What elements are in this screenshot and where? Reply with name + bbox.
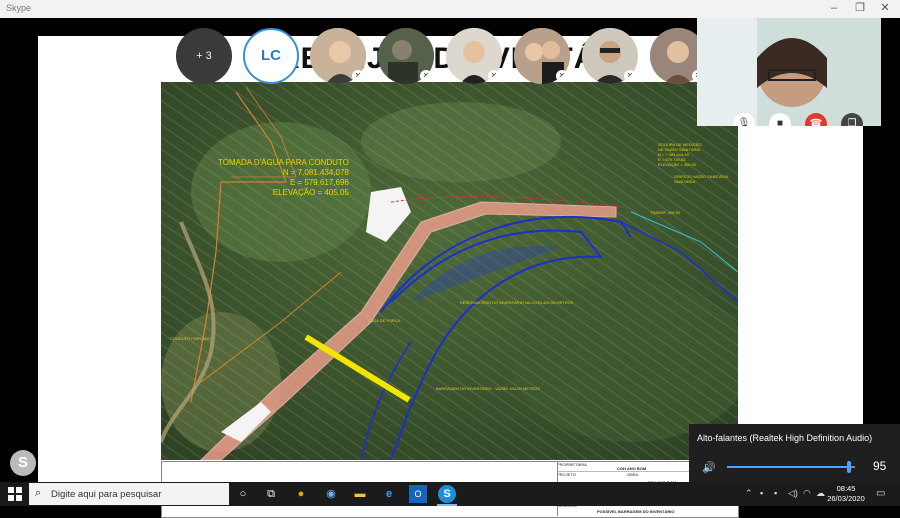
search-icon: ⌕ xyxy=(35,487,42,499)
dam-label: BARRAGEM DO INVENTÁRIO - VAZÃO 403,00 ME… xyxy=(436,386,540,391)
soleira-line: ELEVAÇÃO = 408,00 xyxy=(658,162,697,167)
mic-off-icon: ✕ xyxy=(420,70,432,82)
tray-network-icon[interactable]: ▪ xyxy=(774,488,777,498)
taskbar-clock[interactable]: 08:45 26/03/2020 xyxy=(826,484,866,504)
audio-device-name[interactable]: Alto-falantes (Realtek High Definition A… xyxy=(697,433,872,443)
window-titlebar: Skype – ❐ ✕ xyxy=(0,0,900,19)
desenho-value: POSSÍVEL BARRAGEM DO INVENTÁRIO xyxy=(597,509,675,514)
close-button[interactable]: ✕ xyxy=(877,1,893,16)
tray-chevron-icon[interactable]: ⌃ xyxy=(745,488,753,499)
conduit-label: CONDUTO FORÇADO xyxy=(170,336,212,341)
action-center-icon[interactable]: ▭ xyxy=(876,488,885,499)
volume-slider-fill xyxy=(727,466,849,468)
tray-wifi-icon[interactable]: ◠ xyxy=(803,488,811,499)
search-app-icon[interactable]: ◉ xyxy=(322,485,340,503)
obra-label: OBRA xyxy=(627,472,639,477)
orificio-line: SANITÁRIA xyxy=(674,179,696,184)
casa-label: CASA DE FORÇA xyxy=(368,318,401,323)
participant-video[interactable]: ✕ xyxy=(378,28,434,84)
volume-slider-thumb[interactable] xyxy=(846,461,851,473)
mic-off-icon: ✕ xyxy=(556,70,568,82)
participant-video[interactable]: ✕ xyxy=(582,28,638,84)
participant-video[interactable]: ✕ xyxy=(310,28,366,84)
soleira-label: SOLEIRA DE MEDIÇÃO DE VAZÃO SANITÁRIA N … xyxy=(658,142,702,167)
proprietario-label: PROPRIETÁRIA xyxy=(557,462,587,467)
skype-taskbar-icon[interactable]: S xyxy=(438,485,456,503)
file-explorer-icon[interactable]: ▬ xyxy=(351,485,369,503)
cortana-icon[interactable]: ○ xyxy=(234,485,252,503)
tray-app-icon[interactable]: ▪ xyxy=(760,488,763,498)
chrome-icon[interactable]: ● xyxy=(292,485,310,503)
participant-video[interactable]: ✕ xyxy=(446,28,502,84)
participant-video[interactable]: ✕ xyxy=(514,28,570,84)
task-view-icon[interactable]: ⧉ xyxy=(262,485,280,503)
app-title: Skype xyxy=(6,3,32,13)
minimize-button[interactable]: – xyxy=(826,1,842,16)
skype-logo-icon: S xyxy=(10,450,36,476)
taskbar-search-box[interactable]: ⌕ Digite aqui para pesquisar xyxy=(29,483,229,505)
ponto-label: TRANSP. 406,00 xyxy=(650,210,681,215)
clock-date: 26/03/2020 xyxy=(827,494,865,503)
tomada-label: TOMADA D'ÁGUA PARA CONDUTO N = 7.081.434… xyxy=(218,158,349,198)
mic-off-icon: ✕ xyxy=(488,70,500,82)
map-drawing xyxy=(161,82,738,460)
participant-avatar[interactable]: LC xyxy=(243,28,299,84)
outlook-icon[interactable]: O xyxy=(409,485,427,503)
taskbar: ⌕ Digite aqui para pesquisar ○ ⧉ ● ◉ ▬ e… xyxy=(0,482,900,506)
search-placeholder: Digite aqui para pesquisar xyxy=(51,489,162,500)
edge-icon[interactable]: e xyxy=(380,485,398,503)
tomada-line: N = 7.081.434,078 xyxy=(282,168,349,177)
tray-onedrive-icon[interactable]: ☁ xyxy=(816,488,825,499)
tomada-line: ELEVAÇÃO = 405,05 xyxy=(272,188,349,197)
volume-flyout: Alto-falantes (Realtek High Definition A… xyxy=(689,424,900,482)
speaker-icon[interactable]: 🔊 xyxy=(702,461,716,474)
volume-value: 95 xyxy=(873,459,887,473)
mic-off-icon: ✕ xyxy=(624,70,636,82)
maximize-button[interactable]: ❐ xyxy=(852,1,868,16)
clock-time: 08:45 xyxy=(836,484,856,493)
reservoir-label: RESERVATÓRIO DO INVENTÁRIO NA COTA 403,0… xyxy=(460,300,574,305)
projeto-label: PROJETO xyxy=(557,472,576,477)
volume-slider[interactable] xyxy=(727,461,855,473)
tomada-line: TOMADA D'ÁGUA PARA CONDUTO xyxy=(218,158,349,167)
self-view-video[interactable]: 🎙 ■ ☎ ❐ xyxy=(697,18,881,126)
tray-volume-icon[interactable]: ◁) xyxy=(788,488,798,499)
mic-off-icon: ✕ xyxy=(352,70,364,82)
orificio-label: ORIFÍCIO VAZÃO SANITÁRIA SANITÁRIA xyxy=(674,174,728,184)
windows-start-icon[interactable] xyxy=(8,487,22,501)
more-participants-button[interactable]: + 3 xyxy=(176,28,232,84)
satellite-map xyxy=(161,82,738,460)
tomada-line: E = 579.617,696 xyxy=(289,178,349,187)
